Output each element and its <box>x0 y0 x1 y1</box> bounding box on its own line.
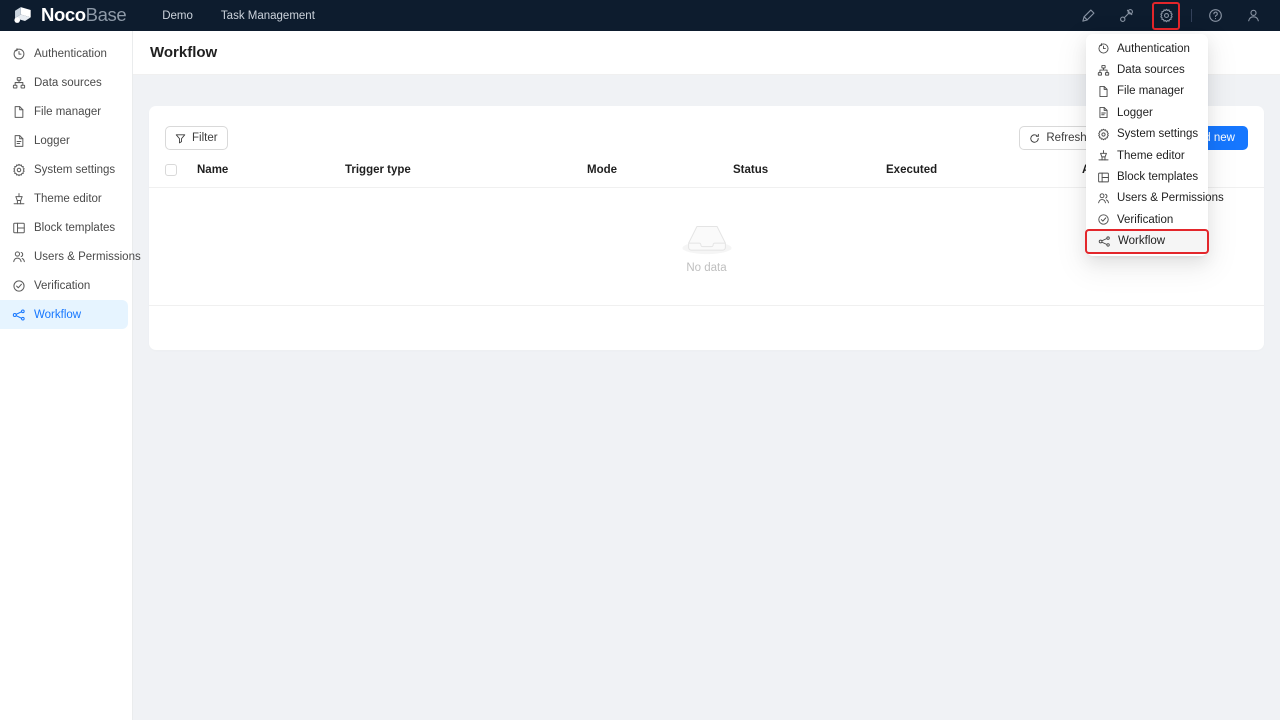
theme-icon <box>12 192 26 206</box>
dropdown-item-logger[interactable]: Logger <box>1086 102 1208 123</box>
logo-secondary: Base <box>85 4 127 26</box>
dropdown-item-label: File manager <box>1117 85 1185 98</box>
sidebar-item-label: System settings <box>34 163 116 176</box>
sidebar-item-system-settings[interactable]: System settings <box>0 155 128 184</box>
topnav-item-task-management[interactable]: Task Management <box>207 0 329 31</box>
dropdown-item-label: Workflow <box>1118 235 1166 248</box>
check-circle-icon <box>12 279 26 293</box>
database-icon <box>1097 64 1110 77</box>
help-circle-icon[interactable] <box>1203 4 1227 28</box>
dropdown-item-label: Logger <box>1117 106 1153 119</box>
topnav-item-demo-label: Demo <box>162 9 193 22</box>
empty-state-text: No data <box>686 262 727 274</box>
sidebar-item-verification[interactable]: Verification <box>0 271 128 300</box>
refresh-icon <box>1029 133 1040 144</box>
highlighter-icon[interactable] <box>1076 4 1100 28</box>
refresh-button-label: Refresh <box>1046 132 1087 144</box>
sidebar-item-workflow[interactable]: Workflow <box>0 300 128 329</box>
dropdown-item-data-sources[interactable]: Data sources <box>1086 59 1208 80</box>
dropdown-item-users-permissions[interactable]: Users & Permissions <box>1086 188 1224 209</box>
logo-primary: Noco <box>41 4 86 26</box>
dropdown-item-label: System settings <box>1117 128 1199 141</box>
sidebar-item-label: Data sources <box>34 76 102 89</box>
workflow-icon <box>12 308 26 322</box>
column-header-name[interactable]: Name <box>189 154 337 188</box>
gear-icon[interactable] <box>1152 1 1180 30</box>
header-divider <box>1191 9 1192 22</box>
users-icon <box>1097 192 1110 205</box>
top-navigation: Demo Task Management <box>148 0 329 31</box>
sidebar-item-label: Workflow <box>34 308 82 321</box>
topnav-item-task-management-label: Task Management <box>220 9 315 22</box>
dropdown-item-label: Authentication <box>1117 42 1190 55</box>
sidebar-navigation: Authentication Data sources File manager Lo… <box>0 31 141 720</box>
gear-icon <box>12 163 26 177</box>
select-all-checkbox[interactable] <box>165 164 177 177</box>
dropdown-item-label: Theme editor <box>1117 149 1185 162</box>
plugin-icon[interactable] <box>1114 4 1138 28</box>
dropdown-item-workflow[interactable]: Workflow <box>1085 228 1209 254</box>
theme-icon <box>1097 149 1110 162</box>
column-header-trigger-type[interactable]: Trigger type <box>337 154 579 188</box>
dropdown-item-block-templates[interactable]: Block templates <box>1086 166 1208 187</box>
dropdown-item-system-settings[interactable]: System settings <box>1086 124 1208 145</box>
database-icon <box>12 76 26 90</box>
auth-icon <box>1097 42 1110 55</box>
settings-dropdown-menu: Authentication Data sources File manager Lo… <box>1085 34 1224 256</box>
auth-icon <box>12 47 26 61</box>
sidebar-item-label: Users & Permissions <box>34 250 141 263</box>
sidebar-item-label: Verification <box>34 279 91 292</box>
dropdown-item-label: Users & Permissions <box>1117 192 1224 205</box>
top-header-bar: NocoBase Demo Task Management <box>0 0 1280 31</box>
page-title: Workflow <box>150 44 218 61</box>
user-avatar-icon[interactable] <box>1241 4 1265 28</box>
column-header-mode[interactable]: Mode <box>579 154 725 188</box>
dropdown-item-label: Verification <box>1117 213 1174 226</box>
dropdown-item-file-manager[interactable]: File manager <box>1086 81 1208 102</box>
sidebar-item-label: Theme editor <box>34 192 102 205</box>
check-circle-icon <box>1097 213 1110 226</box>
select-all-header <box>149 154 189 188</box>
dropdown-item-authentication[interactable]: Authentication <box>1086 38 1208 59</box>
block-templates-icon <box>1097 171 1110 184</box>
app-logo[interactable]: NocoBase <box>0 0 136 31</box>
block-templates-icon <box>12 221 26 235</box>
file-icon <box>12 105 26 119</box>
dropdown-item-verification[interactable]: Verification <box>1086 209 1208 230</box>
cube-logo-icon <box>12 6 34 25</box>
topnav-item-demo[interactable]: Demo <box>148 0 207 31</box>
gear-icon <box>1097 128 1110 141</box>
empty-inbox-icon <box>679 218 735 256</box>
dropdown-item-theme-editor[interactable]: Theme editor <box>1086 145 1208 166</box>
logger-icon <box>1097 106 1110 119</box>
sidebar-item-users-permissions[interactable]: Users & Permissions <box>0 242 141 271</box>
column-header-status[interactable]: Status <box>725 154 878 188</box>
workflow-icon <box>1098 235 1111 248</box>
sidebar-item-label: File manager <box>34 105 102 118</box>
sidebar-item-authentication[interactable]: Authentication <box>0 39 128 68</box>
filter-button[interactable]: Filter <box>165 126 228 150</box>
sidebar-item-label: Block templates <box>34 221 116 234</box>
file-icon <box>1097 85 1110 98</box>
logger-icon <box>12 134 26 148</box>
app-logo-text: NocoBase <box>41 4 127 26</box>
sidebar-item-theme-editor[interactable]: Theme editor <box>0 184 128 213</box>
users-icon <box>12 250 26 264</box>
filter-icon <box>175 133 186 144</box>
column-header-executed[interactable]: Executed <box>878 154 1074 188</box>
sidebar-item-file-manager[interactable]: File manager <box>0 97 128 126</box>
sidebar-item-label: Authentication <box>34 47 107 60</box>
card-footer <box>149 306 1264 350</box>
dropdown-item-label: Block templates <box>1117 171 1199 184</box>
sidebar-item-data-sources[interactable]: Data sources <box>0 68 128 97</box>
sidebar-item-block-templates[interactable]: Block templates <box>0 213 128 242</box>
filter-button-label: Filter <box>192 132 218 144</box>
dropdown-item-label: Data sources <box>1117 64 1185 77</box>
top-right-actions <box>1069 0 1280 31</box>
sidebar-item-logger[interactable]: Logger <box>0 126 128 155</box>
sidebar-item-label: Logger <box>34 134 70 147</box>
